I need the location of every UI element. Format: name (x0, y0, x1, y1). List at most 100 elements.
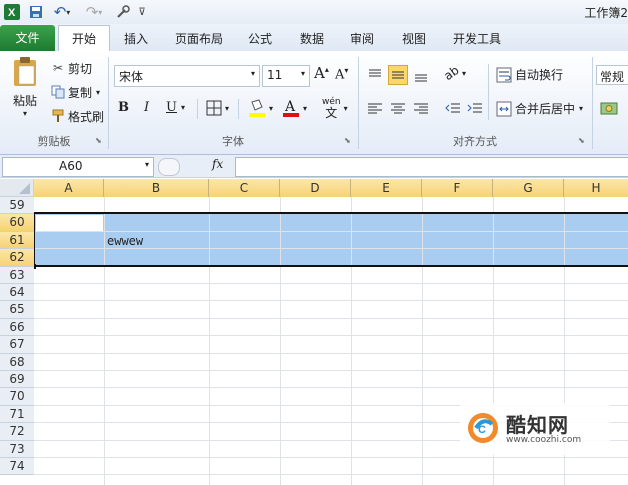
tab-home[interactable]: 开始 (58, 25, 110, 52)
row-header-62[interactable]: 62 (0, 249, 34, 267)
column-header-b[interactable]: B (104, 179, 209, 197)
orientation-button[interactable]: ab ▾ (441, 63, 466, 83)
italic-button[interactable]: I (144, 100, 149, 115)
increase-indent-icon (467, 103, 482, 113)
tab-data[interactable]: 数据 (292, 28, 332, 50)
currency-icon (600, 102, 618, 115)
font-size-dropdown[interactable]: 11 ▾ (262, 65, 310, 87)
redo-button[interactable]: ↷ ▾ (80, 2, 108, 22)
column-header-g[interactable]: G (493, 179, 564, 197)
row-header-67[interactable]: 67 (0, 336, 34, 354)
redo-dropdown-icon: ▾ (98, 7, 103, 17)
chevron-down-icon: ▾ (461, 68, 466, 78)
column-header-e[interactable]: E (351, 179, 422, 197)
chevron-down-icon: ▾ (303, 103, 308, 113)
wrap-text-label: 自动换行 (515, 68, 564, 82)
chevron-down-icon: ▾ (300, 69, 305, 78)
column-header-h[interactable]: H (564, 179, 628, 197)
align-left-button[interactable] (366, 100, 384, 118)
grid-line (34, 474, 628, 476)
align-bottom-button[interactable] (412, 66, 430, 84)
tab-insert[interactable]: 插入 (118, 28, 154, 50)
svg-text:X: X (8, 7, 16, 19)
tab-view[interactable]: 视图 (394, 28, 434, 50)
font-launcher-icon[interactable]: ⬊ (344, 136, 351, 145)
row-header-69[interactable]: 69 (0, 371, 34, 389)
name-box[interactable]: A60 ▾ (2, 157, 154, 177)
tab-developer[interactable]: 开发工具 (446, 28, 508, 50)
merge-center-button[interactable]: 合并后居中 ▾ (496, 100, 583, 117)
row-header-60[interactable]: 60 (0, 214, 34, 232)
customize-qat-icon[interactable]: ⊽ (136, 2, 148, 22)
align-top-icon (369, 69, 381, 77)
column-header-a[interactable]: A (34, 179, 104, 197)
row-header-68[interactable]: 68 (0, 353, 34, 371)
column-header-f[interactable]: F (422, 179, 493, 197)
cell-b61[interactable]: ewwew (107, 234, 143, 248)
font-color-button[interactable]: A ▾ (282, 98, 307, 118)
merge-center-icon (496, 101, 512, 116)
undo-button[interactable]: ↶ ▾ (48, 2, 76, 22)
wrap-text-button[interactable]: 自动换行 (496, 66, 563, 83)
alignment-launcher-icon[interactable]: ⬊ (578, 136, 585, 145)
increase-font-size-button[interactable]: A▴ (314, 64, 329, 82)
grow-font-icon: A▴ (314, 64, 329, 82)
borders-button[interactable]: ▾ (206, 100, 229, 116)
chevron-down-icon: ▾ (250, 69, 255, 78)
row-header-63[interactable]: 63 (0, 266, 34, 284)
align-right-button[interactable] (412, 100, 430, 118)
formula-input[interactable] (235, 157, 628, 177)
number-format-dropdown[interactable]: 常规 (596, 65, 628, 85)
row-header-65[interactable]: 65 (0, 301, 34, 319)
column-header-d[interactable]: D (280, 179, 351, 197)
tab-review[interactable]: 审阅 (342, 28, 382, 50)
save-icon[interactable] (27, 2, 45, 22)
tab-page-layout[interactable]: 页面布局 (168, 28, 230, 50)
row-header-64[interactable]: 64 (0, 284, 34, 302)
increase-indent-button[interactable] (466, 100, 484, 118)
tab-formulas[interactable]: 公式 (240, 28, 280, 50)
tools-icon[interactable] (112, 2, 134, 22)
name-box-value: A60 (59, 159, 83, 173)
row-header-70[interactable]: 70 (0, 388, 34, 406)
align-top-button[interactable] (366, 66, 384, 84)
row-header-66[interactable]: 66 (0, 318, 34, 337)
underline-dropdown-icon[interactable]: ▾ (181, 103, 185, 112)
paste-button[interactable]: 粘贴 ▾ (8, 56, 42, 122)
column-header-c[interactable]: C (209, 179, 280, 197)
row-header-74[interactable]: 74 (0, 458, 34, 476)
row-header-71[interactable]: 71 (0, 405, 34, 424)
phonetic-guide-button[interactable]: wén 文 ▾ (322, 98, 348, 120)
select-all-button[interactable] (0, 179, 34, 197)
paintbrush-icon (50, 109, 66, 123)
align-center-button[interactable] (389, 100, 407, 118)
excel-logo-icon[interactable]: X (2, 2, 22, 22)
svg-text:A: A (284, 99, 296, 115)
shrink-font-icon: A▾ (335, 66, 349, 83)
insert-function-button[interactable]: fx (212, 157, 223, 171)
accounting-format-button[interactable] (600, 100, 618, 121)
row-header-61[interactable]: 61 (0, 231, 34, 250)
cut-button[interactable]: ✂ 剪切 (50, 60, 92, 76)
bold-button[interactable]: B (118, 100, 129, 115)
group-separator (108, 57, 109, 149)
fill-color-button[interactable]: ▾ (248, 98, 273, 118)
clipboard-launcher-icon[interactable]: ⬊ (95, 136, 102, 145)
row-header-72[interactable]: 72 (0, 423, 34, 441)
undo-dropdown-icon: ▾ (66, 7, 71, 17)
app-title: 工作簿2 (584, 6, 628, 20)
row-header-59[interactable]: 59 (0, 197, 34, 215)
tab-file[interactable]: 文件 (0, 25, 55, 51)
align-middle-button[interactable] (388, 65, 408, 85)
row-header-73[interactable]: 73 (0, 440, 34, 458)
scissors-icon: ✂ (52, 61, 64, 75)
underline-button[interactable]: U (166, 100, 177, 115)
font-name-dropdown[interactable]: 宋体 ▾ (114, 65, 260, 87)
copy-button[interactable]: 复制 ▾ (50, 84, 100, 100)
decrease-indent-button[interactable] (444, 100, 462, 118)
format-painter-button[interactable]: 格式刷 (50, 108, 104, 124)
font-name-value: 宋体 (119, 70, 144, 84)
formula-bar-splitter[interactable] (158, 158, 180, 176)
decrease-font-size-button[interactable]: A▾ (335, 66, 348, 82)
redo-icon: ↷ (85, 3, 99, 21)
